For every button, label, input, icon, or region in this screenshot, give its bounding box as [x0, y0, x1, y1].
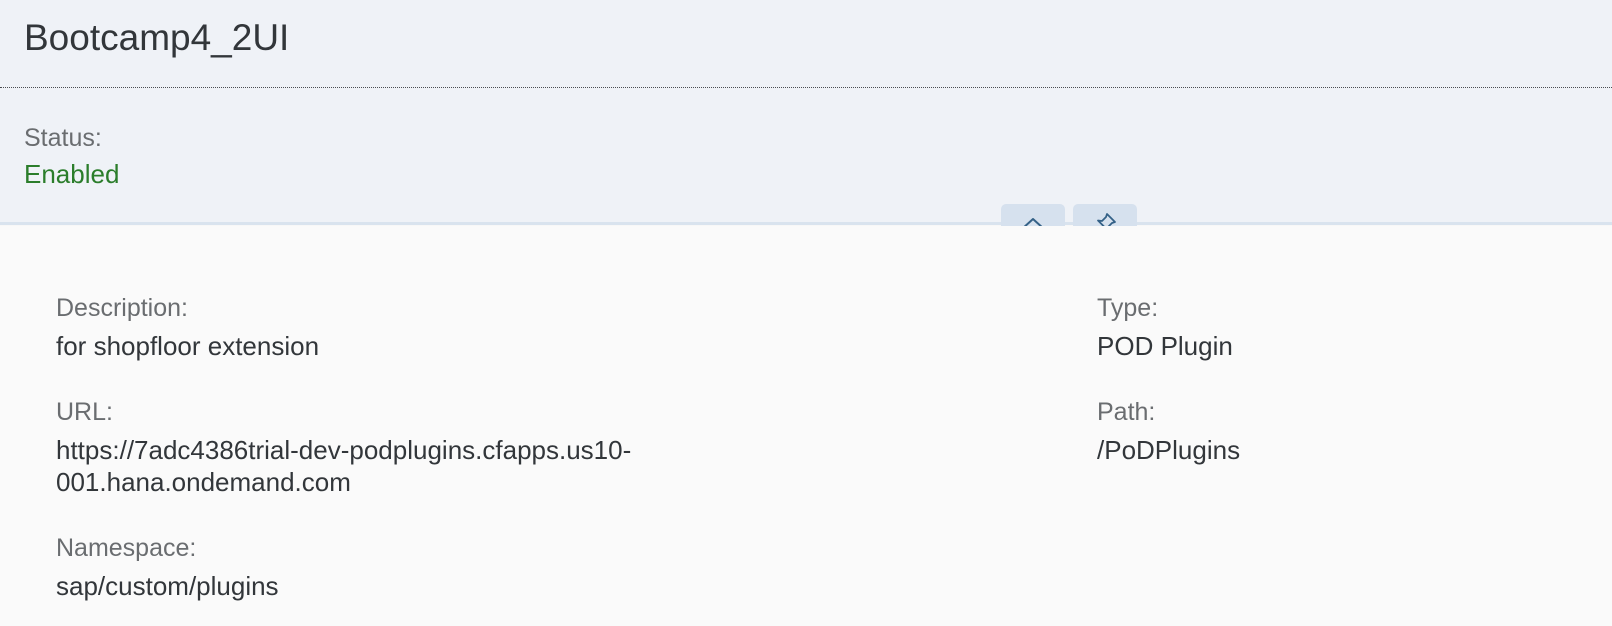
status-value: Enabled — [24, 159, 120, 189]
path-field: Path: /PoDPlugins — [1097, 396, 1240, 466]
url-field: URL: https://7adc4386trial-dev-podplugin… — [56, 396, 696, 498]
status-label: Status: — [24, 124, 102, 152]
type-label: Type: — [1097, 294, 1159, 322]
content-area: Description: for shopfloor extension URL… — [0, 226, 1612, 626]
type-value: POD Plugin — [1097, 331, 1233, 361]
namespace-field: Namespace: sap/custom/plugins — [56, 532, 279, 602]
path-value: /PoDPlugins — [1097, 435, 1241, 465]
object-header: Bootcamp4_2UI Status: Enabled — [0, 0, 1612, 224]
page-title: Bootcamp4_2UI — [24, 17, 290, 58]
type-field: Type: POD Plugin — [1097, 292, 1233, 362]
description-label: Description: — [56, 294, 188, 322]
header-divider — [0, 222, 1612, 225]
namespace-label: Namespace: — [56, 534, 197, 562]
namespace-value: sap/custom/plugins — [56, 571, 279, 601]
description-value: for shopfloor extension — [56, 331, 320, 361]
description-field: Description: for shopfloor extension — [56, 292, 319, 362]
path-label: Path: — [1097, 398, 1156, 426]
url-label: URL: — [56, 398, 113, 426]
url-value: https://7adc4386trial-dev-podplugins.cfa… — [56, 435, 632, 497]
title-bar: Bootcamp4_2UI — [0, 0, 1612, 88]
